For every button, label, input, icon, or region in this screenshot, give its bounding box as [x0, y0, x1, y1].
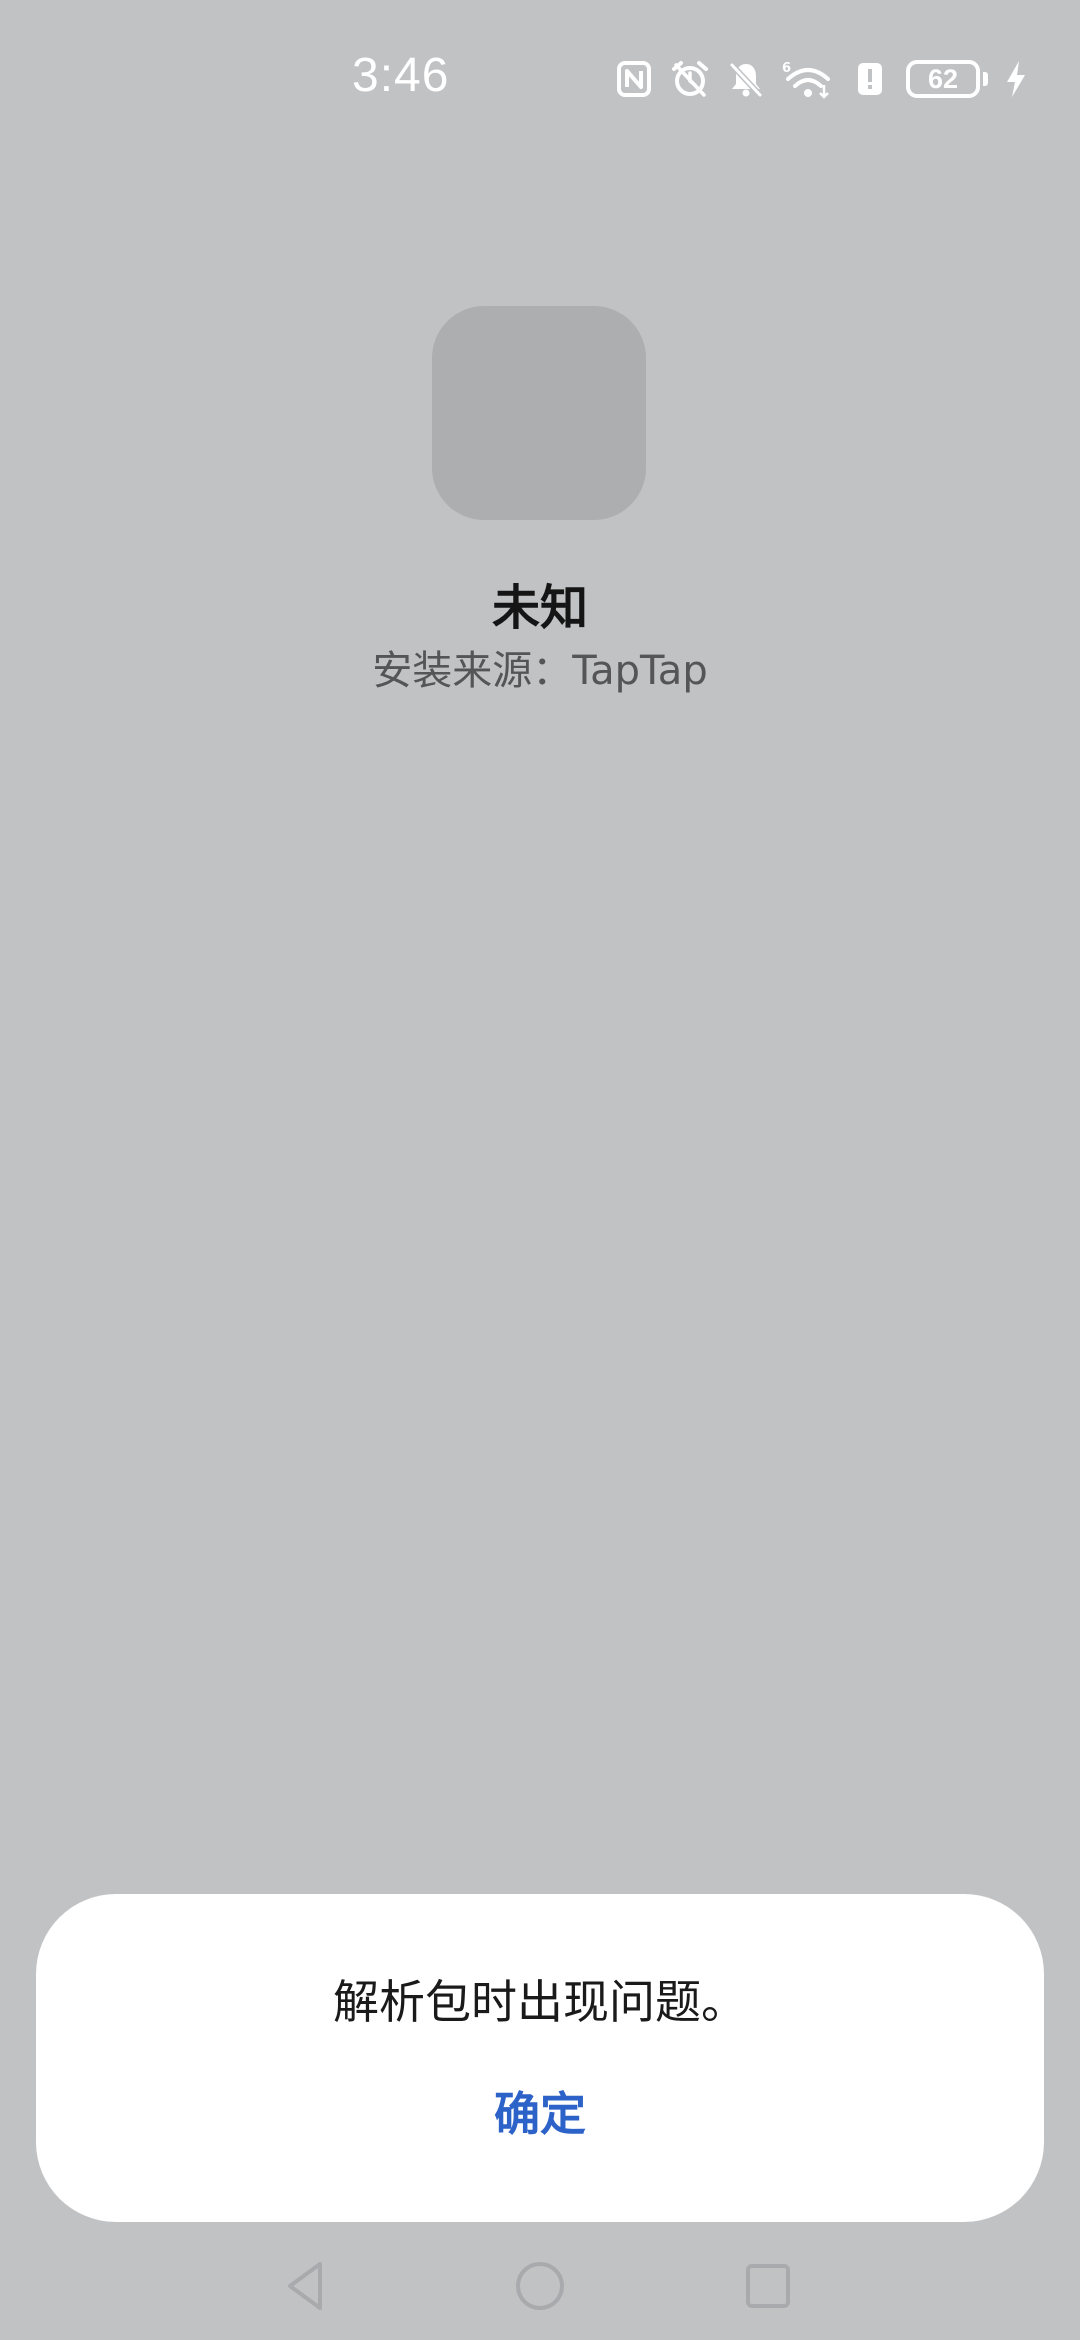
alarm-icon: [670, 59, 710, 99]
status-bar: 3:46 6 62: [0, 0, 1080, 160]
status-icons: 6 62: [614, 52, 1028, 106]
error-dialog: 解析包时出现问题。 确定: [36, 1894, 1044, 2222]
nfc-icon: [614, 59, 654, 99]
navigation-bar: [0, 2230, 1080, 2340]
home-button[interactable]: [508, 2254, 572, 2318]
bell-off-icon: [726, 59, 766, 99]
back-triangle-icon: [288, 2262, 322, 2310]
back-button[interactable]: [276, 2254, 340, 2318]
recents-square-icon: [746, 2264, 790, 2308]
battery-icon: 62: [906, 60, 988, 98]
confirm-button[interactable]: 确定: [440, 2074, 640, 2154]
package-installer-screen: 3:46 6 62 未知 安装来源：TapTap 解析包时出现问题。 确定: [0, 0, 1080, 2340]
status-time: 3:46: [352, 49, 450, 102]
dialog-message: 解析包时出现问题。: [333, 1975, 747, 2029]
svg-text:6: 6: [782, 61, 791, 76]
battery-cap: [983, 72, 988, 86]
charging-icon: [1004, 59, 1028, 99]
battery-alert-icon: [850, 59, 890, 99]
battery-level: 62: [906, 60, 980, 98]
wifi-6-icon: 6: [782, 59, 834, 99]
recents-button[interactable]: [736, 2254, 800, 2318]
app-icon-placeholder: [432, 306, 646, 520]
install-source: 安装来源：TapTap: [372, 648, 708, 694]
home-circle-icon: [516, 2262, 564, 2310]
app-name: 未知: [491, 580, 588, 636]
